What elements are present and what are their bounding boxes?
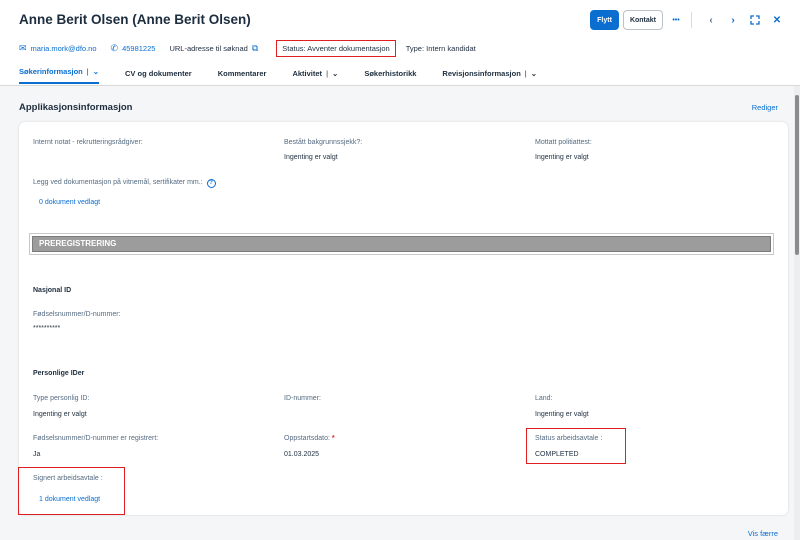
contact-button[interactable]: Kontakt <box>622 10 663 30</box>
object-page-header: Anne Berit Olsen (Anne Berit Olsen) Flyt… <box>0 0 800 86</box>
country-value: Ingenting er valgt <box>535 411 589 418</box>
copy-icon[interactable]: ⧉ <box>252 43 258 54</box>
personal-id-type-label: Type personlig ID: <box>33 395 90 402</box>
national-id-label: Fødselsnummer/D-nummer: <box>33 311 121 318</box>
chevron-down-icon[interactable]: ⌄ <box>93 67 99 76</box>
divider <box>691 12 692 28</box>
police-cert-label: Mottatt politiattest: <box>535 139 592 146</box>
signed-contract-link[interactable]: 1 dokument vedlagt <box>39 496 100 503</box>
chevron-right-icon[interactable]: › <box>724 11 742 29</box>
phone-icon: ✆ <box>110 43 119 53</box>
edit-button[interactable]: Rediger <box>752 103 778 112</box>
move-button[interactable]: Flytt <box>590 10 619 30</box>
mail-icon: ✉ <box>19 43 27 53</box>
show-less-button[interactable]: Vis færre <box>748 529 778 538</box>
registered-label: Fødselsnummer/D-nummer er registrert: <box>33 435 159 442</box>
internal-note-label: Internt notat - rekrutteringsrådgiver: <box>33 139 143 146</box>
prereg-header: PREREGISTRERING <box>32 236 771 252</box>
personal-ids-heading: Personlige IDer <box>33 370 85 377</box>
scrollbar-thumb[interactable] <box>795 95 799 255</box>
type-label: Type: Intern kandidat <box>405 44 476 53</box>
tab-cv-og-dokumenter[interactable]: CV og dokumenter <box>125 69 192 84</box>
contract-status-label: Status arbeidsavtale : <box>535 435 603 442</box>
country-label: Land: <box>535 395 553 402</box>
tab-soekerinformasjon[interactable]: Søkerinformasjon | ⌄ <box>19 67 100 84</box>
tab-soekerhistorikk[interactable]: Søkerhistorikk <box>364 69 416 84</box>
signed-contract-label: Signert arbeidsavtale : <box>33 475 103 482</box>
tab-bar: Søkerinformasjon | ⌄ CV og dokumenter Ko… <box>19 67 563 84</box>
background-check-value: Ingenting er valgt <box>284 154 338 161</box>
tab-aktivitet[interactable]: Aktivitet | ⌄ <box>292 69 338 84</box>
required-marker: * <box>331 435 335 442</box>
docs-link[interactable]: 0 dokument vedlagt <box>39 199 100 206</box>
section-title: Applikasjonsinformasjon <box>19 102 133 113</box>
national-id-value: ********** <box>33 325 61 332</box>
personal-id-type-value: Ingenting er valgt <box>33 411 87 418</box>
chevron-down-icon[interactable]: ⌄ <box>531 69 537 78</box>
tab-kommentarer[interactable]: Kommentarer <box>218 69 267 84</box>
police-cert-value: Ingenting er valgt <box>535 154 589 161</box>
header-actions: Flytt Kontakt ••• ‹ › ✕ <box>590 10 786 30</box>
chevron-down-icon[interactable]: ⌄ <box>332 69 338 78</box>
header-meta: ✉ maria.mork@dfo.no ✆ 45981225 URL-adres… <box>19 40 490 57</box>
help-icon[interactable]: ? <box>206 179 216 188</box>
application-info-card: Internt notat - rekrutteringsrådgiver: B… <box>18 122 788 515</box>
fullscreen-icon[interactable] <box>746 11 764 29</box>
highlight-contract-status <box>526 428 626 464</box>
email-link[interactable]: ✉ maria.mork@dfo.no <box>19 43 97 54</box>
application-url[interactable]: URL-adresse til søknad ⧉ <box>169 43 262 54</box>
docs-label: Legg ved dokumentasjon på vitnemål, sert… <box>33 179 216 188</box>
start-date-value: 01.03.2025 <box>284 451 320 458</box>
more-icon[interactable]: ••• <box>667 11 685 29</box>
start-date-label: Oppstartsdato: * <box>284 435 335 442</box>
national-id-heading: Nasjonal ID <box>33 287 72 294</box>
chevron-left-icon[interactable]: ‹ <box>702 11 720 29</box>
phone-link[interactable]: ✆ 45981225 <box>111 43 156 54</box>
registered-value: Ja <box>33 451 41 458</box>
tab-revisjonsinformasjon[interactable]: Revisjonsinformasjon | ⌄ <box>442 69 537 84</box>
page-title: Anne Berit Olsen (Anne Berit Olsen) <box>19 12 251 27</box>
id-number-label: ID-nummer: <box>284 395 321 402</box>
contract-status-value: COMPLETED <box>535 451 579 458</box>
background-check-label: Bestått bakgrunnssjekk?: <box>284 139 363 146</box>
close-icon[interactable]: ✕ <box>768 11 786 29</box>
status-badge: Status: Avventer dokumentasjon <box>276 40 396 57</box>
